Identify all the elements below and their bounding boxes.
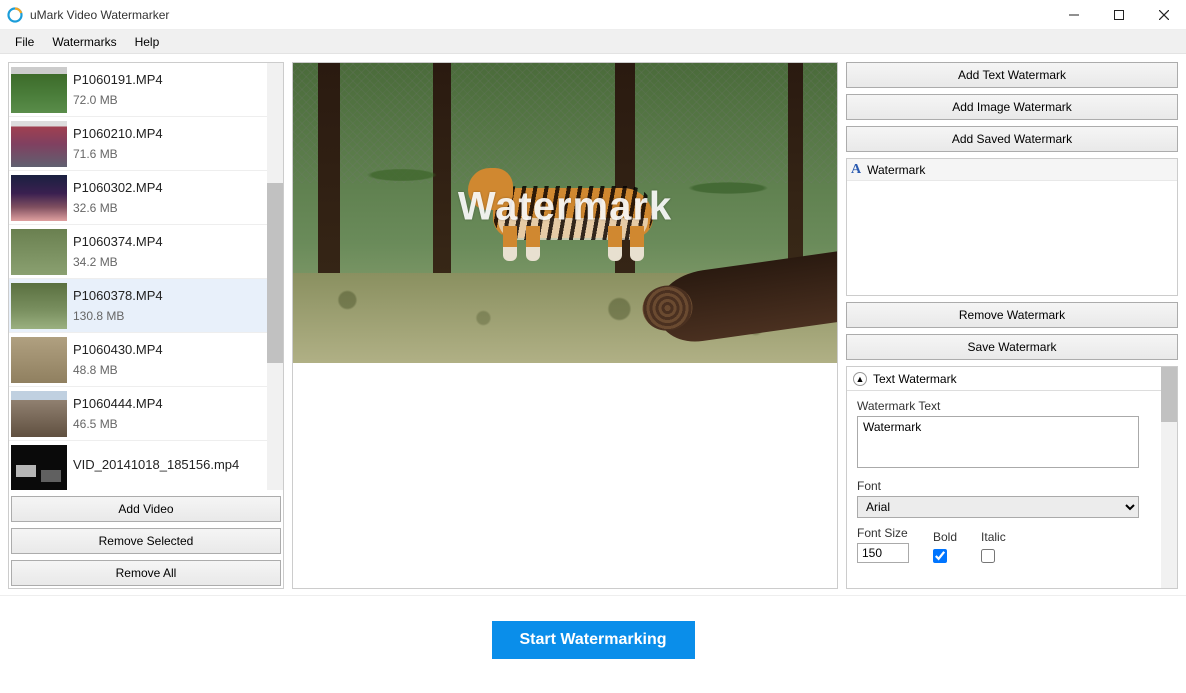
font-size-label: Font Size: [857, 526, 909, 540]
video-preview[interactable]: Watermark: [293, 63, 837, 363]
add-saved-watermark-button[interactable]: Add Saved Watermark: [846, 126, 1178, 152]
watermark-panel: Add Text Watermark Add Image Watermark A…: [846, 62, 1178, 589]
font-select[interactable]: Arial: [857, 496, 1139, 518]
bottom-bar: Start Watermarking: [0, 595, 1186, 683]
video-row[interactable]: P1060191.MP4 72.0 MB: [9, 63, 283, 117]
video-thumbnail: [11, 229, 67, 275]
menu-help[interactable]: Help: [126, 32, 169, 52]
video-filesize: 48.8 MB: [73, 363, 163, 377]
video-row[interactable]: P1060444.MP4 46.5 MB: [9, 387, 283, 441]
watermark-text-label: Watermark Text: [857, 399, 1151, 413]
video-filename: P1060430.MP4: [73, 342, 163, 357]
video-filesize: 71.6 MB: [73, 147, 163, 161]
watermark-text-input[interactable]: [857, 416, 1139, 468]
font-size-input[interactable]: [857, 543, 909, 563]
bold-label: Bold: [933, 530, 957, 544]
text-watermark-icon: A: [851, 162, 861, 178]
watermark-properties-panel: ▲ Text Watermark Watermark Text Font Ari…: [846, 366, 1178, 589]
italic-checkbox[interactable]: [981, 549, 995, 563]
video-filename: P1060191.MP4: [73, 72, 163, 87]
watermark-item-label: Watermark: [867, 163, 925, 177]
video-row[interactable]: VID_20141018_185156.mp4: [9, 441, 283, 490]
video-filename: P1060210.MP4: [73, 126, 163, 141]
video-row[interactable]: P1060302.MP4 32.6 MB: [9, 171, 283, 225]
video-filename: P1060378.MP4: [73, 288, 163, 303]
app-title: uMark Video Watermarker: [30, 8, 1051, 22]
video-thumbnail: [11, 121, 67, 167]
video-row[interactable]: P1060378.MP4 130.8 MB: [9, 279, 283, 333]
text-watermark-section-header[interactable]: ▲ Text Watermark: [847, 367, 1161, 391]
video-thumbnail: [11, 445, 67, 490]
video-filename: P1060302.MP4: [73, 180, 163, 195]
video-thumbnail: [11, 391, 67, 437]
menu-watermarks[interactable]: Watermarks: [43, 32, 125, 52]
add-image-watermark-button[interactable]: Add Image Watermark: [846, 94, 1178, 120]
video-thumbnail: [11, 337, 67, 383]
italic-label: Italic: [981, 530, 1006, 544]
video-filename: VID_20141018_185156.mp4: [73, 457, 239, 472]
app-logo-icon: [7, 7, 23, 23]
video-list-scrollbar[interactable]: [267, 63, 283, 490]
text-watermark-section-title: Text Watermark: [873, 372, 957, 386]
watermark-overlay-text: Watermark: [458, 185, 672, 230]
video-list-panel: P1060191.MP4 72.0 MB P1060210.MP4 71.6 M…: [8, 62, 284, 589]
title-bar: uMark Video Watermarker: [0, 0, 1186, 30]
remove-all-button[interactable]: Remove All: [11, 560, 281, 586]
bold-checkbox[interactable]: [933, 549, 947, 563]
video-thumbnail: [11, 175, 67, 221]
video-thumbnail: [11, 283, 67, 329]
menu-file[interactable]: File: [6, 32, 43, 52]
menu-bar: File Watermarks Help: [0, 30, 1186, 54]
video-filename: P1060374.MP4: [73, 234, 163, 249]
watermark-list[interactable]: A Watermark: [846, 158, 1178, 296]
video-row[interactable]: P1060374.MP4 34.2 MB: [9, 225, 283, 279]
video-filesize: 32.6 MB: [73, 201, 163, 215]
video-thumbnail: [11, 67, 67, 113]
remove-watermark-button[interactable]: Remove Watermark: [846, 302, 1178, 328]
close-button[interactable]: [1141, 0, 1186, 29]
video-list[interactable]: P1060191.MP4 72.0 MB P1060210.MP4 71.6 M…: [9, 63, 283, 490]
video-filename: P1060444.MP4: [73, 396, 163, 411]
add-video-button[interactable]: Add Video: [11, 496, 281, 522]
video-filesize: 130.8 MB: [73, 309, 163, 323]
video-row[interactable]: P1060430.MP4 48.8 MB: [9, 333, 283, 387]
properties-scrollbar[interactable]: [1161, 367, 1177, 588]
video-filesize: 34.2 MB: [73, 255, 163, 269]
chevron-up-icon: ▲: [853, 372, 867, 386]
watermark-list-item[interactable]: A Watermark: [847, 159, 1177, 181]
add-text-watermark-button[interactable]: Add Text Watermark: [846, 62, 1178, 88]
remove-selected-button[interactable]: Remove Selected: [11, 528, 281, 554]
video-filesize: 72.0 MB: [73, 93, 163, 107]
video-filesize: 46.5 MB: [73, 417, 163, 431]
start-watermarking-button[interactable]: Start Watermarking: [492, 621, 695, 659]
maximize-button[interactable]: [1096, 0, 1141, 29]
preview-panel: Watermark: [292, 62, 838, 589]
font-label: Font: [857, 479, 1151, 493]
save-watermark-button[interactable]: Save Watermark: [846, 334, 1178, 360]
minimize-button[interactable]: [1051, 0, 1096, 29]
video-row[interactable]: P1060210.MP4 71.6 MB: [9, 117, 283, 171]
